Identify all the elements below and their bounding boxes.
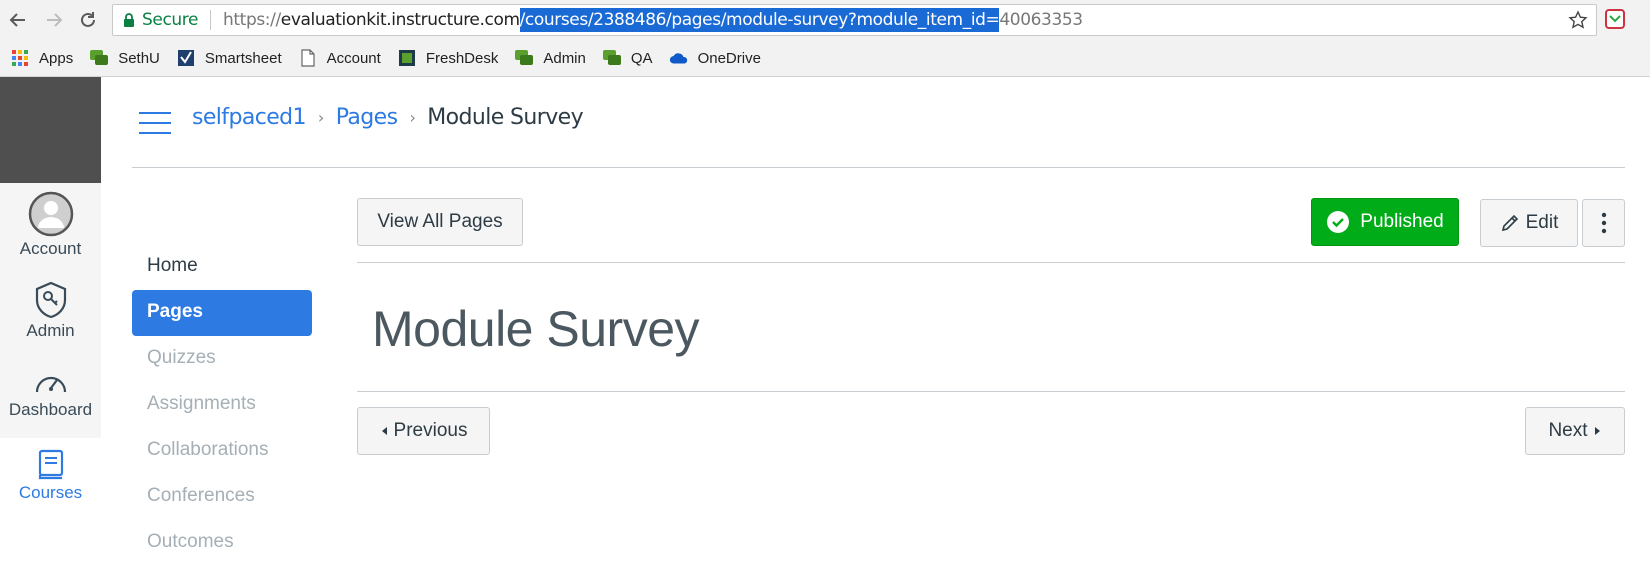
cloud-icon: [669, 48, 689, 68]
bookmark-label: QA: [630, 49, 653, 67]
hamburger-line: [139, 122, 171, 124]
bookmark-freshdesk[interactable]: FreshDesk: [397, 48, 499, 68]
chat-bubbles-icon: [514, 48, 534, 68]
more-options-button[interactable]: [1582, 199, 1625, 247]
gauge-icon: [35, 376, 66, 393]
global-nav-dashboard[interactable]: Dashboard: [0, 368, 101, 430]
apps-grid-icon: [10, 48, 30, 68]
bookmark-account[interactable]: Account: [298, 48, 381, 68]
institution-logo[interactable]: [0, 77, 101, 183]
bookmark-onedrive[interactable]: OneDrive: [669, 48, 761, 68]
content-divider: [357, 391, 1625, 392]
previous-button[interactable]: Previous: [357, 407, 490, 455]
chevron-right-icon: ›: [409, 108, 416, 127]
global-nav-label: Admin: [26, 321, 75, 340]
course-menu-toggle[interactable]: [139, 112, 171, 134]
global-nav-account[interactable]: Account: [0, 191, 101, 263]
global-nav-admin[interactable]: Admin: [0, 281, 101, 345]
global-nav-label: Account: [19, 239, 82, 258]
next-label: Next: [1548, 420, 1588, 441]
smartsheet-icon: [176, 48, 196, 68]
edit-button[interactable]: Edit: [1480, 199, 1578, 247]
course-nav-home[interactable]: Home: [132, 244, 312, 290]
bookmark-label: OneDrive: [697, 49, 761, 67]
hamburger-line: [139, 112, 171, 114]
header-divider: [132, 167, 1625, 168]
address-divider: [210, 10, 212, 30]
published-button[interactable]: Published: [1311, 198, 1459, 246]
chat-bubbles-icon: [89, 48, 109, 68]
browser-toolbar: Secure https:// evaluationkit.instructur…: [0, 0, 1650, 40]
toolbar-divider: [357, 262, 1625, 263]
check-circle-icon: [1327, 211, 1350, 233]
bookmark-label: Smartsheet: [204, 49, 282, 67]
bookmark-sethu[interactable]: SethU: [89, 48, 160, 68]
course-nav-assignments[interactable]: Assignments: [132, 382, 312, 428]
chat-bubbles-icon: [602, 48, 622, 68]
breadcrumb-current: Module Survey: [427, 105, 583, 130]
bookmark-star-icon[interactable]: [1568, 10, 1588, 35]
extension-icon[interactable]: [1604, 8, 1626, 30]
url-scheme: https://: [223, 10, 281, 30]
page-icon: [298, 48, 318, 68]
course-nav-pages[interactable]: Pages: [132, 290, 312, 336]
pencil-icon: [1501, 214, 1518, 232]
hamburger-line: [139, 132, 171, 134]
reload-icon[interactable]: [76, 8, 100, 32]
kebab-menu-icon: [1601, 212, 1606, 234]
shield-key-icon: [35, 281, 66, 319]
bookmark-smartsheet[interactable]: Smartsheet: [176, 48, 282, 68]
bookmark-label: Account: [326, 49, 381, 67]
url-host: evaluationkit.instructure.com: [280, 10, 520, 30]
course-nav-conferences[interactable]: Conferences: [132, 474, 312, 520]
book-icon: [38, 449, 63, 480]
bookmark-label: FreshDesk: [425, 49, 499, 67]
url-selected-text: /courses/2388486/pages/module-survey?mod…: [519, 8, 1000, 32]
caret-left-icon: [381, 427, 387, 435]
caret-right-icon: [1594, 427, 1600, 435]
global-nav-label: Courses: [18, 483, 83, 502]
back-arrow-icon[interactable]: [6, 8, 30, 32]
address-bar[interactable]: Secure https:// evaluationkit.instructur…: [112, 4, 1597, 36]
bookmark-label: SethU: [118, 49, 160, 67]
breadcrumb-pages[interactable]: Pages: [336, 105, 398, 130]
course-nav: Home Pages Quizzes Assignments Collabora…: [132, 244, 312, 566]
freshdesk-icon: [397, 48, 417, 68]
forward-arrow-icon[interactable]: [42, 8, 66, 32]
bookmark-qa[interactable]: QA: [602, 48, 653, 68]
page-title: Module Survey: [372, 301, 700, 357]
published-label: Published: [1360, 211, 1444, 232]
url-rest: 40063353: [999, 10, 1083, 30]
secure-indicator[interactable]: Secure: [123, 10, 198, 30]
course-nav-outcomes[interactable]: Outcomes: [132, 520, 312, 566]
bookmark-admin[interactable]: Admin: [514, 48, 586, 68]
edit-label: Edit: [1525, 212, 1559, 233]
course-nav-quizzes[interactable]: Quizzes: [132, 336, 312, 382]
bookmark-label: Apps: [39, 49, 74, 67]
avatar: [28, 191, 73, 237]
chevron-right-icon: ›: [317, 108, 324, 127]
lock-icon: [124, 12, 134, 27]
bookmark-apps[interactable]: Apps: [10, 48, 73, 68]
view-all-pages-button[interactable]: View All Pages: [357, 198, 523, 246]
next-button[interactable]: Next: [1525, 407, 1625, 455]
global-nav-courses[interactable]: Courses: [0, 438, 101, 507]
breadcrumb: selfpaced1 › Pages › Module Survey: [192, 105, 584, 130]
previous-label: Previous: [393, 420, 468, 441]
breadcrumb-course[interactable]: selfpaced1: [192, 105, 307, 130]
secure-label: Secure: [142, 10, 199, 30]
bookmark-label: Admin: [543, 49, 586, 67]
bookmarks-bar: Apps SethU Smartsheet Account FreshDesk …: [0, 40, 1650, 77]
course-nav-collaborations[interactable]: Collaborations: [132, 428, 312, 474]
view-all-pages-label: View All Pages: [377, 211, 503, 232]
global-nav-label: Dashboard: [8, 400, 93, 419]
